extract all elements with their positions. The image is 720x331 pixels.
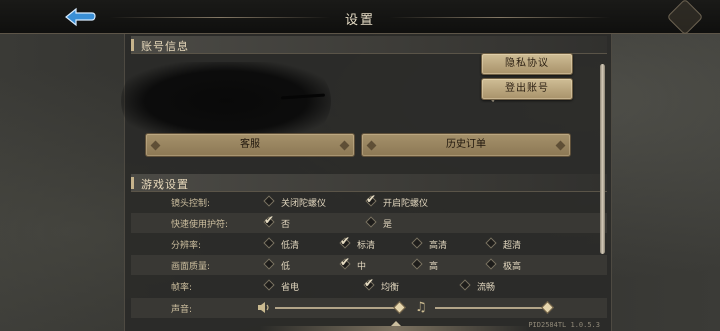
setting-row-quality: 画面质量: 低 ✔ 中 高 极高 <box>131 255 607 275</box>
corner-ornament <box>666 0 704 36</box>
option-label: 标清 <box>357 241 376 251</box>
radio-box <box>365 216 377 228</box>
music-volume-slider[interactable] <box>435 307 547 309</box>
scrollbar[interactable] <box>600 64 605 254</box>
setting-row-sound: 声音: ♫ <box>131 298 607 318</box>
game-settings-section-title: 游戏设置 <box>141 178 189 191</box>
radio-box <box>485 258 497 270</box>
radio-box <box>411 258 423 270</box>
section-marker <box>131 177 134 189</box>
speaker-icon <box>258 302 269 313</box>
logout-button[interactable]: 登出账号 <box>481 78 573 100</box>
option-label: 超清 <box>503 241 522 251</box>
setting-label: 帧率: <box>171 283 193 293</box>
redacted-account-info <box>121 62 331 140</box>
setting-label: 快速使用护符: <box>171 220 229 230</box>
option-label: 极高 <box>503 262 522 272</box>
order-history-label: 历史订单 <box>446 139 486 150</box>
option-label: 高 <box>429 262 439 272</box>
setting-label: 镜头控制: <box>171 199 211 209</box>
setting-row-quick-charm: 快速使用护符: ✔ 否 是 <box>131 213 607 233</box>
title-bar: 设置 <box>0 0 720 36</box>
button-ornament <box>150 140 161 151</box>
setting-row-frame-rate: 帧率: 省电 ✔ 均衡 流畅 <box>131 276 607 296</box>
radio-box <box>263 195 275 207</box>
option-label: 中 <box>357 262 367 272</box>
option-label: 低清 <box>281 241 300 251</box>
option-label: 低 <box>281 262 291 272</box>
option-label: 否 <box>281 220 291 230</box>
checkmark-icon: ✔ <box>340 255 351 269</box>
sfx-volume-slider[interactable] <box>275 307 399 309</box>
option-label: 关闭陀螺仪 <box>281 199 327 209</box>
music-note-icon: ♫ <box>415 300 427 315</box>
radio-box <box>411 237 423 249</box>
privacy-policy-button[interactable]: 隐私协议 <box>481 53 573 75</box>
radio-box <box>263 237 275 249</box>
title-rule-right <box>390 17 610 18</box>
section-marker <box>131 39 134 51</box>
option-label: 是 <box>383 220 393 230</box>
option-label: 省电 <box>281 283 300 293</box>
game-settings-section-header: 游戏设置 <box>131 174 607 192</box>
checkmark-icon: ✔ <box>264 213 275 227</box>
option-label: 高清 <box>429 241 448 251</box>
radio-box <box>459 279 471 291</box>
setting-label: 声音: <box>171 305 193 315</box>
settings-panel: 账号信息 隐私协议 登出账号 客服 历史订单 游戏设置 镜头控制: 关闭陀螺仪 … <box>121 34 612 331</box>
setting-label: 画面质量: <box>171 262 211 272</box>
setting-row-camera: 镜头控制: 关闭陀螺仪 ✔ 开启陀螺仪 <box>131 192 607 212</box>
version-label: PID2584TL 1.0.5.3 <box>528 321 600 329</box>
radio-box <box>263 279 275 291</box>
bottom-ornament <box>260 326 530 331</box>
checkmark-icon: ✔ <box>366 192 377 206</box>
privacy-policy-label: 隐私协议 <box>505 58 549 69</box>
customer-service-button[interactable]: 客服 <box>145 133 355 157</box>
option-label: 开启陀螺仪 <box>383 199 429 209</box>
checkmark-icon: ✔ <box>364 276 375 290</box>
option-label: 流畅 <box>477 283 496 293</box>
setting-label: 分辨率: <box>171 241 202 251</box>
setting-row-resolution: 分辨率: 低清 ✔ 标清 高清 超清 <box>131 234 607 254</box>
page-title: 设置 <box>344 13 375 28</box>
sfx-volume-handle[interactable] <box>393 301 406 314</box>
radio-box <box>485 237 497 249</box>
music-volume-handle[interactable] <box>541 301 554 314</box>
button-ornament <box>555 140 566 151</box>
logout-label: 登出账号 <box>505 83 549 94</box>
button-ornament <box>366 140 377 151</box>
order-history-button[interactable]: 历史订单 <box>361 133 571 157</box>
option-label: 均衡 <box>381 283 400 293</box>
button-ornament <box>339 140 350 151</box>
checkmark-icon: ✔ <box>340 234 351 248</box>
radio-box <box>263 258 275 270</box>
customer-service-label: 客服 <box>240 139 260 150</box>
